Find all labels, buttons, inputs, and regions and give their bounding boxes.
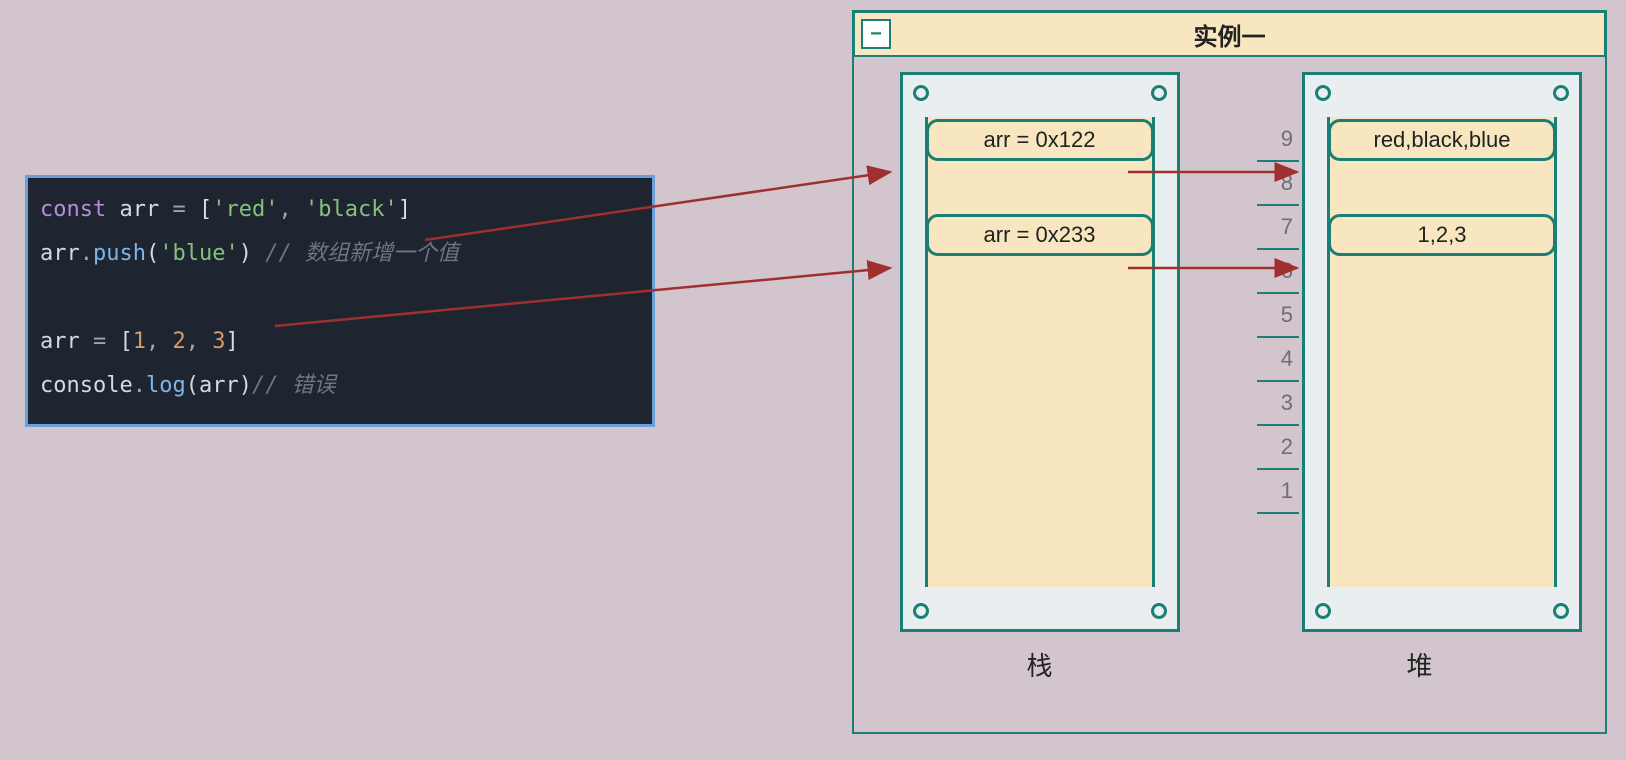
bracket-close: ]	[226, 329, 239, 354]
comma: ,	[186, 329, 199, 354]
memory-panel: − 实例一 arr = 0x122 arr = 0x233 栈 9	[852, 10, 1607, 734]
handle-icon	[913, 85, 929, 101]
tick-1: 1	[1257, 470, 1299, 514]
heap-wrap: 9 8 7 6 5 4 3 2 1 red,black,blue	[1257, 72, 1582, 632]
bracket-open: [	[120, 329, 133, 354]
code-line-1: const arr = ['red', 'black']	[40, 188, 640, 232]
handle-icon	[1315, 85, 1331, 101]
dot: .	[133, 373, 146, 398]
stack-box: arr = 0x122 arr = 0x233	[900, 72, 1180, 632]
comment-2: // 错误	[252, 373, 336, 398]
dot: .	[80, 241, 93, 266]
heap-box: red,black,blue 1,2,3	[1302, 72, 1582, 632]
var-arr: arr	[40, 329, 80, 354]
handle-icon	[1553, 85, 1569, 101]
code-line-5: console.log(arr)// 错误	[40, 364, 640, 408]
obj-console: console	[40, 373, 133, 398]
num-3: 3	[212, 329, 225, 354]
heap-inner: red,black,blue 1,2,3	[1327, 117, 1557, 587]
panel-title-text: 实例一	[1194, 17, 1266, 52]
paren-open: (	[186, 373, 199, 398]
comma: ,	[146, 329, 159, 354]
paren-open: (	[146, 241, 159, 266]
keyword-const: const	[40, 197, 106, 222]
heap-cell-2: 1,2,3	[1328, 214, 1556, 256]
heap-scale: 9 8 7 6 5 4 3 2 1	[1257, 72, 1302, 632]
heap-cell-1: red,black,blue	[1328, 119, 1556, 161]
fn-log: log	[146, 373, 186, 398]
handle-icon	[1315, 603, 1331, 619]
stack-cell-1: arr = 0x122	[926, 119, 1154, 161]
handle-icon	[913, 603, 929, 619]
stack-inner: arr = 0x122 arr = 0x233	[925, 117, 1155, 587]
bracket-open: [	[199, 197, 212, 222]
handle-icon	[1151, 85, 1167, 101]
heap-column: 9 8 7 6 5 4 3 2 1 red,black,blue	[1252, 72, 1587, 714]
stack-cell-2: arr = 0x233	[926, 214, 1154, 256]
handle-icon	[1151, 603, 1167, 619]
panel-body: arr = 0x122 arr = 0x233 栈 9 8 7 6 5 4 3 …	[872, 72, 1587, 714]
string-black: 'black'	[305, 197, 398, 222]
code-line-4: arr = [1, 2, 3]	[40, 320, 640, 364]
handle-icon	[1553, 603, 1569, 619]
string-red: 'red'	[212, 197, 278, 222]
tick-3: 3	[1257, 382, 1299, 426]
comment-1: // 数组新增一个值	[265, 241, 459, 266]
num-2: 2	[173, 329, 186, 354]
arg-arr: arr	[199, 373, 239, 398]
paren-close: )	[239, 373, 252, 398]
tick-4: 4	[1257, 338, 1299, 382]
tick-7: 7	[1257, 206, 1299, 250]
num-1: 1	[133, 329, 146, 354]
fn-push: push	[93, 241, 146, 266]
var-arr: arr	[119, 197, 159, 222]
tick-5: 5	[1257, 294, 1299, 338]
stack-column: arr = 0x122 arr = 0x233 栈	[872, 72, 1207, 714]
stack-label: 栈	[1026, 646, 1052, 683]
paren-close: )	[239, 241, 252, 266]
tick-9: 9	[1257, 118, 1299, 162]
collapse-icon[interactable]: −	[861, 19, 891, 49]
code-line-3	[40, 276, 640, 320]
bracket-close: ]	[398, 197, 411, 222]
panel-title: − 实例一	[853, 11, 1606, 57]
op-assign: =	[93, 329, 106, 354]
comma: ,	[278, 197, 291, 222]
heap-label: 堆	[1406, 646, 1432, 683]
op-assign: =	[172, 197, 185, 222]
tick-6: 6	[1257, 250, 1299, 294]
tick-8: 8	[1257, 162, 1299, 206]
code-line-2: arr.push('blue') // 数组新增一个值	[40, 232, 640, 276]
tick-2: 2	[1257, 426, 1299, 470]
string-blue: 'blue'	[159, 241, 238, 266]
code-block: const arr = ['red', 'black'] arr.push('b…	[25, 175, 655, 427]
var-arr: arr	[40, 241, 80, 266]
